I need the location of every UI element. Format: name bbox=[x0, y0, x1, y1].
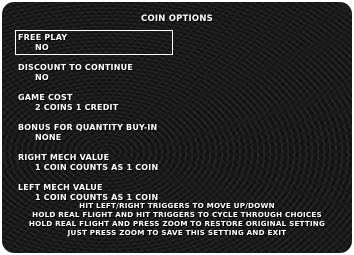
option-game-cost[interactable]: GAME COST 2 COINS 1 CREDIT bbox=[18, 93, 258, 123]
option-value: NO bbox=[35, 73, 49, 82]
instructions: HIT LEFT/RIGHT TRIGGERS TO MOVE UP/DOWN … bbox=[2, 201, 352, 237]
page-title: COIN OPTIONS bbox=[141, 14, 213, 24]
option-bonus-quantity-buy-in[interactable]: BONUS FOR QUANTITY BUY-IN NONE bbox=[18, 123, 258, 153]
instruction-line: HOLD REAL FLIGHT AND HIT TRIGGERS TO CYC… bbox=[32, 210, 322, 219]
option-right-mech-value[interactable]: RIGHT MECH VALUE 1 COIN COUNTS AS 1 COIN bbox=[18, 153, 258, 183]
option-label: LEFT MECH VALUE bbox=[18, 183, 103, 192]
instruction-line: HOLD REAL FLIGHT AND PRESS ZOOM TO RESTO… bbox=[28, 219, 326, 228]
option-value: 1 COIN COUNTS AS 1 COIN bbox=[35, 163, 159, 172]
option-label: GAME COST bbox=[18, 93, 73, 102]
instruction-line: HIT LEFT/RIGHT TRIGGERS TO MOVE UP/DOWN bbox=[79, 201, 275, 210]
option-label: BONUS FOR QUANTITY BUY-IN bbox=[18, 123, 158, 132]
option-free-play[interactable]: FREE PLAY NO bbox=[15, 30, 258, 63]
coin-options-screen: COIN OPTIONS FREE PLAY NO DISCOUNT TO CO… bbox=[2, 2, 352, 253]
option-value: NONE bbox=[35, 133, 62, 142]
instruction-line: JUST PRESS ZOOM TO SAVE THIS SETTING AND… bbox=[67, 228, 287, 237]
options-list: FREE PLAY NO DISCOUNT TO CONTINUE NO GAM… bbox=[15, 30, 258, 213]
option-label: DISCOUNT TO CONTINUE bbox=[18, 63, 133, 72]
option-label: FREE PLAY bbox=[18, 33, 68, 42]
option-label: RIGHT MECH VALUE bbox=[18, 153, 110, 162]
option-value: NO bbox=[35, 43, 49, 52]
option-value: 2 COINS 1 CREDIT bbox=[35, 103, 119, 112]
option-discount-to-continue[interactable]: DISCOUNT TO CONTINUE NO bbox=[18, 63, 258, 93]
